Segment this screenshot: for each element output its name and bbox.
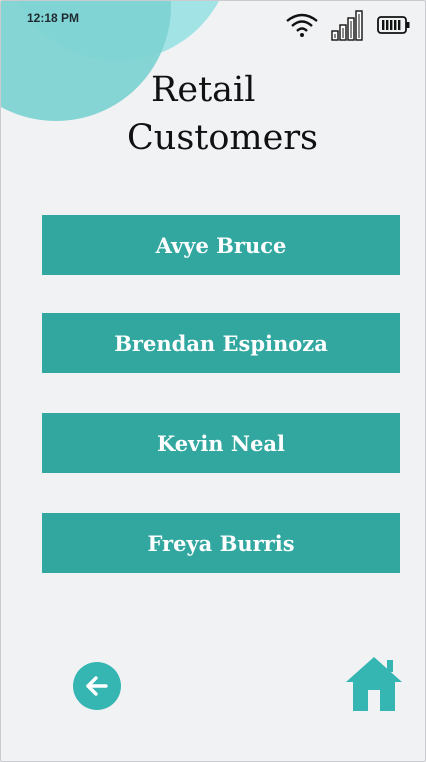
battery-icon [377, 16, 410, 34]
customer-name: Kevin Neal [156, 430, 286, 456]
arrow-left-icon [86, 676, 108, 696]
status-time: 12:18 PM [27, 11, 80, 25]
phone-screen: 12:18 PM Retail Customers Avye Bruce Bre… [0, 0, 426, 762]
home-icon [346, 657, 402, 711]
status-icons [285, 9, 411, 41]
home-button[interactable] [345, 656, 403, 712]
page-title-line1: Retail [151, 70, 256, 110]
customer-name: Avye Bruce [155, 232, 287, 258]
page-title-line2: Customers [127, 118, 319, 158]
customer-button[interactable]: Avye Bruce [42, 215, 400, 275]
back-button[interactable] [73, 662, 121, 710]
decorative-blob [1, 1, 171, 121]
signal-icon [331, 10, 363, 41]
customer-button[interactable]: Kevin Neal [42, 413, 400, 473]
customer-button[interactable]: Brendan Espinoza [42, 313, 400, 373]
wifi-icon [286, 13, 318, 37]
customer-name: Brendan Espinoza [114, 330, 328, 356]
customer-name: Freya Burris [147, 530, 295, 556]
customer-button[interactable]: Freya Burris [42, 513, 400, 573]
